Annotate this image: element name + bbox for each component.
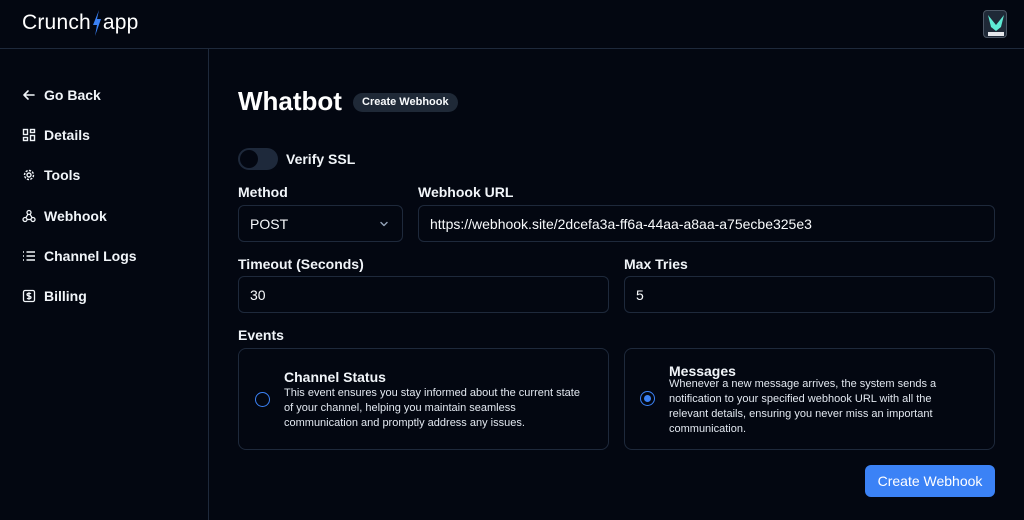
sidebar-item-go-back[interactable]: Go Back bbox=[22, 85, 101, 105]
sidebar-item-label: Billing bbox=[44, 288, 87, 304]
top-bar: Crunch app bbox=[0, 0, 1024, 49]
sidebar-item-label: Webhook bbox=[44, 208, 107, 224]
sidebar-item-billing[interactable]: Billing bbox=[22, 286, 87, 306]
sidebar-item-label: Details bbox=[44, 127, 90, 143]
timeout-input[interactable]: 30 bbox=[238, 276, 609, 313]
messages-radio[interactable] bbox=[640, 391, 655, 406]
webhook-url-input[interactable]: https://webhook.site/2dcefa3a-ff6a-44aa-… bbox=[418, 205, 995, 242]
event-description: This event ensures you stay informed abo… bbox=[284, 387, 580, 429]
max-tries-label: Max Tries bbox=[624, 256, 688, 272]
verify-ssl-label: Verify SSL bbox=[286, 151, 356, 167]
sidebar-item-channel-logs[interactable]: Channel Logs bbox=[22, 246, 137, 266]
sidebar-item-label: Channel Logs bbox=[44, 248, 137, 264]
channel-status-radio[interactable] bbox=[255, 392, 270, 407]
max-tries-value: 5 bbox=[636, 286, 644, 303]
arrow-left-icon bbox=[22, 88, 36, 102]
events-label: Events bbox=[238, 327, 284, 343]
chevron-down-icon bbox=[380, 221, 388, 227]
sidebar-item-tools[interactable]: Tools bbox=[22, 165, 80, 185]
app-logo[interactable]: Crunch app bbox=[22, 10, 139, 36]
toggle-knob bbox=[240, 150, 258, 168]
list-icon bbox=[22, 249, 36, 263]
create-webhook-button[interactable]: Create Webhook bbox=[865, 465, 995, 497]
dollar-icon bbox=[22, 289, 36, 303]
method-select[interactable]: POST bbox=[238, 205, 403, 242]
logo-text-left: Crunch bbox=[22, 11, 91, 34]
webhook-url-value: https://webhook.site/2dcefa3a-ff6a-44aa-… bbox=[430, 215, 812, 232]
webhook-icon bbox=[22, 209, 36, 223]
avatar[interactable] bbox=[983, 10, 1007, 38]
timeout-value: 30 bbox=[250, 286, 266, 303]
page-title: Whatbot bbox=[238, 86, 342, 116]
verify-ssl-toggle[interactable] bbox=[238, 148, 278, 170]
sidebar-item-label: Go Back bbox=[44, 87, 101, 103]
event-title: Channel Status bbox=[284, 369, 386, 385]
logo-text-right: app bbox=[102, 11, 139, 34]
method-value: POST bbox=[250, 215, 289, 232]
webhook-url-label: Webhook URL bbox=[418, 184, 514, 200]
page-badge: Create Webhook bbox=[353, 93, 458, 112]
gear-icon bbox=[22, 168, 36, 182]
avatar-image bbox=[988, 15, 1004, 36]
event-description: Whenever a new message arrives, the syst… bbox=[669, 378, 937, 435]
bolt-icon bbox=[92, 10, 101, 36]
event-card-messages[interactable]: Messages Whenever a new message arrives,… bbox=[624, 348, 995, 450]
method-label: Method bbox=[238, 184, 288, 200]
grid-icon bbox=[22, 128, 36, 142]
max-tries-input[interactable]: 5 bbox=[624, 276, 995, 313]
sidebar-item-label: Tools bbox=[44, 167, 81, 183]
sidebar-item-webhook[interactable]: Webhook bbox=[22, 206, 107, 226]
sidebar: Go Back Details Tools Webhook Channel Lo… bbox=[0, 49, 209, 520]
sidebar-item-details[interactable]: Details bbox=[22, 125, 90, 145]
event-card-channel-status[interactable]: Channel Status This event ensures you st… bbox=[238, 348, 609, 450]
timeout-label: Timeout (Seconds) bbox=[238, 256, 364, 272]
